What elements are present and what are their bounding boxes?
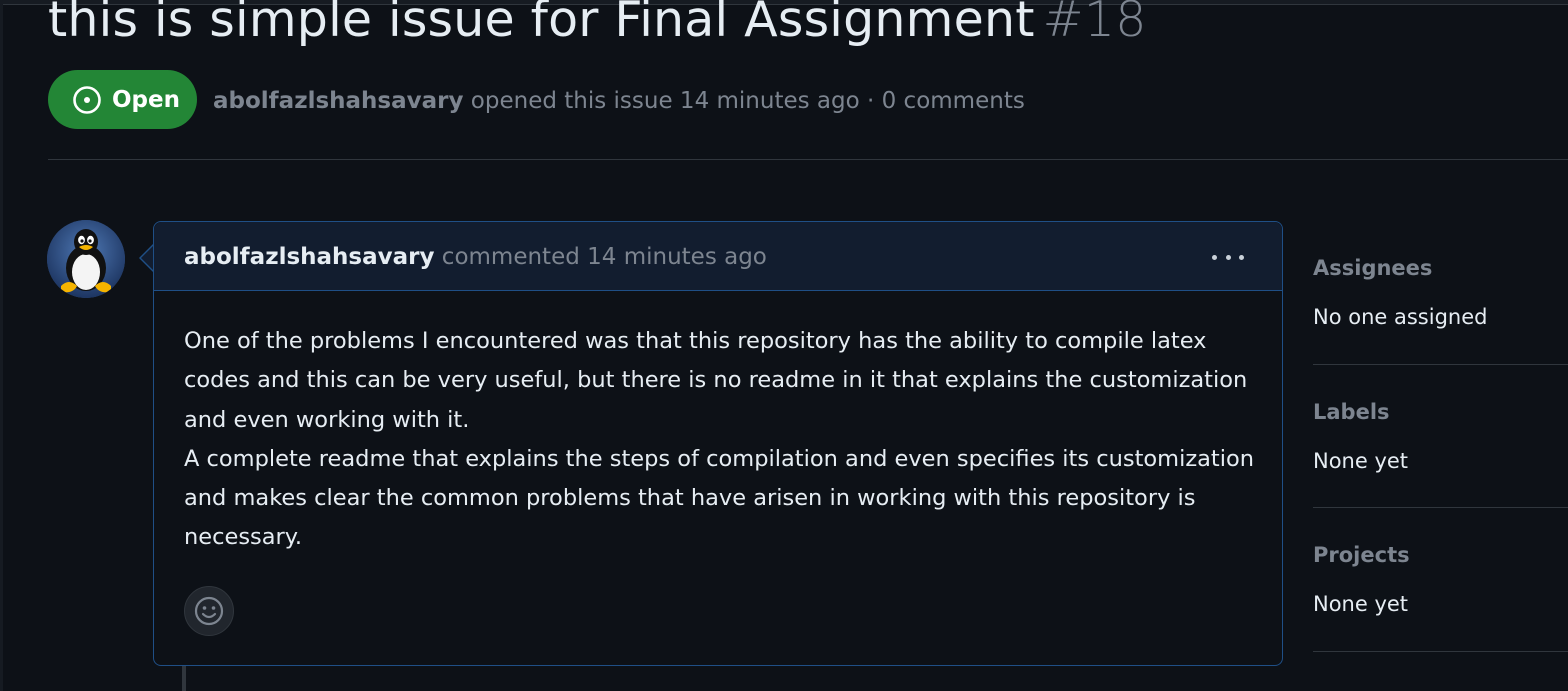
labels-value: None yet: [1313, 449, 1409, 473]
comment-paragraph: A complete readme that explains the step…: [184, 445, 1255, 551]
smiley-icon: [194, 596, 224, 626]
comment-header: abolfazlshahsavary commented 14 minutes …: [154, 222, 1282, 291]
timeline-line: [182, 666, 186, 691]
comment-options-button[interactable]: [1208, 246, 1248, 268]
assignees-heading[interactable]: Assignees: [1313, 253, 1432, 283]
sidebar-divider: [1313, 507, 1568, 508]
commenter-avatar[interactable]: [47, 220, 125, 298]
comment-header-text: abolfazlshahsavary commented 14 minutes …: [184, 240, 767, 274]
add-reaction-button[interactable]: [184, 586, 234, 636]
issue-author-link[interactable]: abolfazlshahsavary: [213, 88, 463, 114]
labels-heading[interactable]: Labels: [1313, 397, 1390, 427]
kebab-dot: [1225, 254, 1231, 260]
sidebar-divider: [1313, 364, 1568, 365]
comment-body: One of the problems I encountered was th…: [184, 322, 1264, 558]
comment-timestamp[interactable]: commented 14 minutes ago: [434, 244, 767, 270]
projects-value: None yet: [1313, 592, 1409, 616]
assignees-value: No one assigned: [1313, 305, 1488, 329]
issue-state-badge: Open: [48, 70, 197, 129]
sidebar-divider: [1313, 651, 1568, 652]
issue-meta-text: opened this issue 14 minutes ago · 0 com…: [463, 88, 1025, 114]
projects-heading[interactable]: Projects: [1313, 540, 1410, 570]
tux-penguin-avatar: [47, 220, 125, 298]
kebab-dot: [1239, 254, 1244, 260]
issue-title-text: this is simple issue for Final Assignmen…: [48, 0, 1035, 48]
issue-sidebar: Assignees No one assigned Labels None ye…: [1313, 0, 1568, 691]
issue-opened-icon: [73, 85, 101, 114]
comment-paragraph: One of the problems I encountered was th…: [184, 328, 1248, 433]
issue-number: #18: [1042, 0, 1147, 48]
issue-page: this is simple issue for Final Assignmen…: [0, 0, 1568, 691]
issue-meta: abolfazlshahsavary opened this issue 14 …: [213, 84, 1025, 118]
left-edge: [0, 0, 3, 691]
issue-state-label: Open: [112, 86, 180, 113]
comment-card: abolfazlshahsavary commented 14 minutes …: [153, 221, 1283, 666]
comment-author-link[interactable]: abolfazlshahsavary: [184, 244, 434, 270]
issue-title: this is simple issue for Final Assignmen…: [48, 0, 1147, 58]
kebab-dot: [1212, 254, 1217, 260]
